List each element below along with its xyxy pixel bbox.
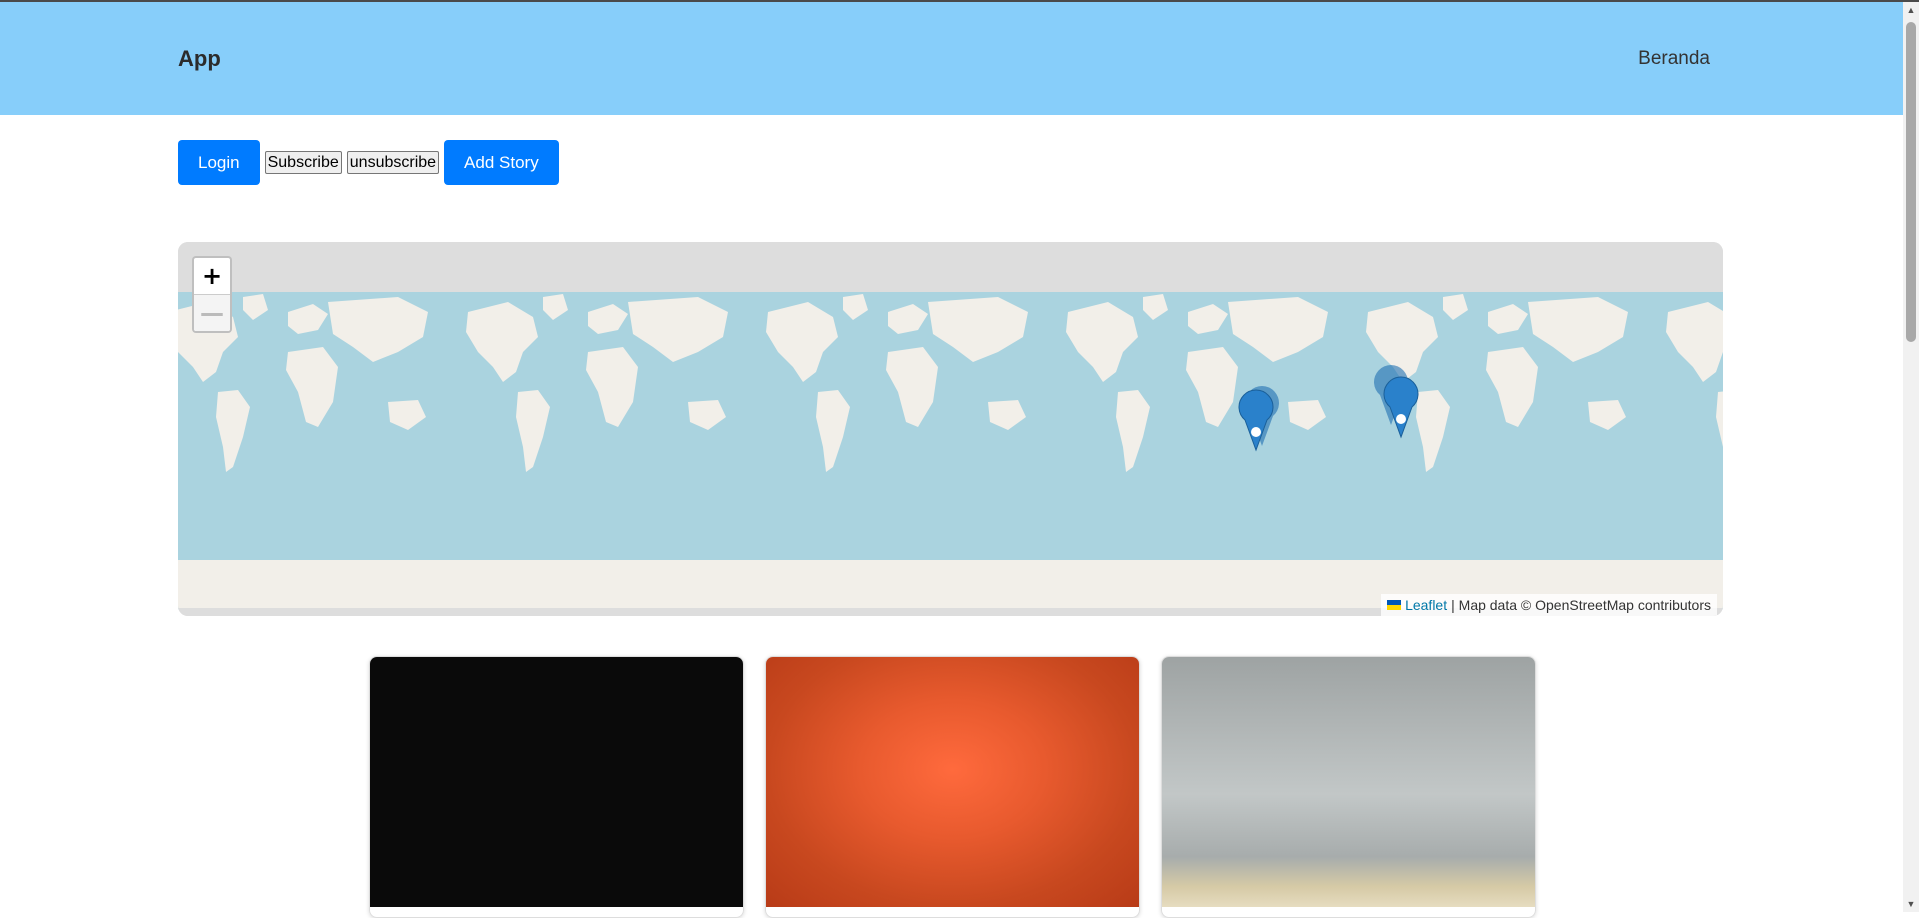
scroll-up-arrow-icon[interactable]: ▲	[1903, 2, 1919, 18]
story-map[interactable]: + — Leaflet | Map data © OpenStreetMap c…	[178, 242, 1723, 616]
unsubscribe-button[interactable]: unsubscribe	[346, 151, 440, 174]
map-attribution: Leaflet | Map data © OpenStreetMap contr…	[1381, 594, 1717, 616]
attribution-text: | Map data © OpenStreetMap contributors	[1451, 597, 1711, 613]
story-card[interactable]	[765, 656, 1140, 918]
app-brand[interactable]: App	[178, 46, 221, 72]
story-image[interactable]	[370, 657, 743, 907]
app-header: App Beranda	[0, 2, 1903, 115]
page-scrollbar[interactable]: ▲ ▼	[1903, 2, 1919, 912]
story-image[interactable]	[766, 657, 1139, 907]
zoom-in-button[interactable]: +	[194, 258, 230, 295]
scroll-down-arrow-icon[interactable]: ▼	[1903, 896, 1919, 912]
scroll-thumb[interactable]	[1906, 22, 1916, 342]
story-card[interactable]	[369, 656, 744, 918]
story-image[interactable]	[1162, 657, 1535, 907]
ukraine-flag-icon	[1387, 600, 1402, 610]
zoom-out-button[interactable]: —	[194, 295, 230, 331]
map-tiles[interactable]	[178, 242, 1723, 616]
leaflet-link[interactable]: Leaflet	[1405, 597, 1447, 613]
add-story-button[interactable]: Add Story	[444, 140, 559, 185]
subscribe-button[interactable]: Subscribe	[264, 151, 342, 174]
story-list	[369, 656, 1536, 918]
nav-link-beranda[interactable]: Beranda	[1638, 48, 1710, 70]
action-toolbar: Login Subscribe unsubscribe Add Story	[178, 140, 559, 185]
zoom-control: + —	[192, 256, 232, 333]
login-button[interactable]: Login	[178, 140, 260, 185]
story-card[interactable]	[1161, 656, 1536, 918]
